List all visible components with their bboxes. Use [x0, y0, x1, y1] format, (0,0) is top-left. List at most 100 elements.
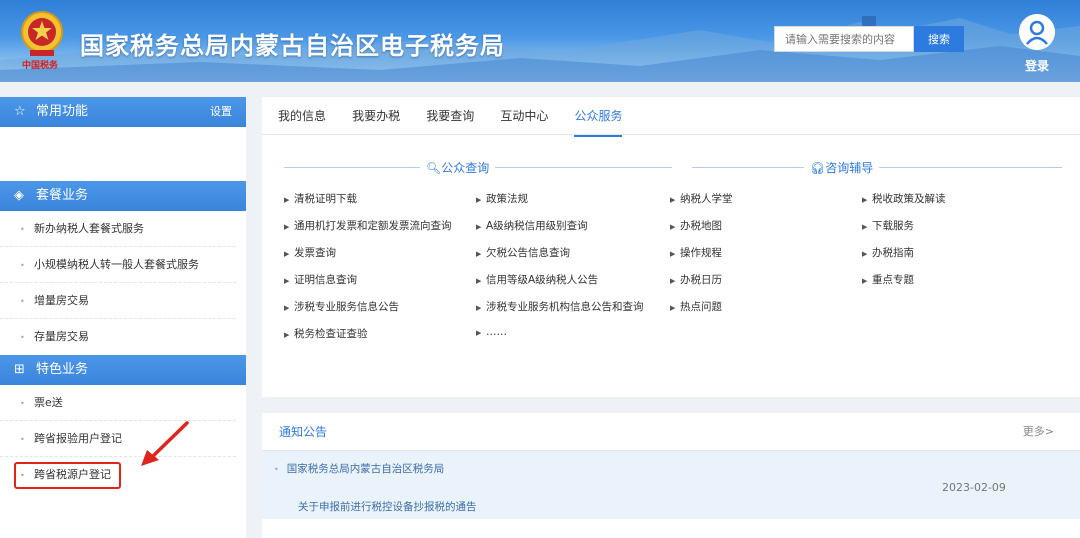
tab-query[interactable]: 我要查询	[426, 97, 474, 135]
link-more-ellipsis[interactable]: ▶……	[476, 326, 507, 338]
link-tax-policy-interpretation[interactable]: ▶ 税收政策及解读	[862, 191, 946, 206]
bullet-icon: •	[274, 465, 279, 474]
tab-my-info[interactable]: 我的信息	[278, 97, 326, 135]
notice-panel: 通知公告 更多> • 国家税务总局内蒙古自治区税务局 2023-02-09 关于申…	[262, 413, 1080, 538]
sidebar-item-label: 票e送	[34, 396, 63, 409]
site-header: 中国税务 国家税务总局内蒙古自治区电子税务局 搜索 登录	[0, 0, 1080, 82]
user-avatar-icon[interactable]	[1019, 14, 1055, 50]
bullet-icon: •	[20, 399, 25, 408]
search-input[interactable]	[774, 26, 914, 52]
notice-header: 通知公告 更多>	[262, 413, 1080, 453]
triangle-icon: ▶	[284, 250, 290, 258]
bullet-icon: •	[20, 225, 25, 234]
bullet-icon: •	[20, 471, 25, 480]
search-button[interactable]: 搜索	[914, 26, 964, 52]
link-tax-map[interactable]: ▶ 办税地图	[670, 218, 722, 233]
triangle-icon: ▶	[476, 196, 482, 204]
common-functions-label: 常用功能	[36, 104, 89, 119]
triangle-icon: ▶	[476, 329, 482, 337]
sidebar-item-e-invoice[interactable]: • 票e送	[0, 385, 236, 421]
sidebar-item-label: 新办纳税人套餐式服务	[34, 222, 144, 235]
link-inspection-certificate[interactable]: ▶ 税务检查证查验	[284, 326, 368, 341]
triangle-icon: ▶	[284, 331, 290, 339]
main-tabs: 我的信息 我要办税 我要查询 互动中心 公众服务	[262, 97, 1080, 137]
package-business-label: 套餐业务	[36, 188, 89, 203]
triangle-icon: ▶	[284, 196, 290, 204]
main-panel: 我的信息 我要办税 我要查询 互动中心 公众服务 🔍︎公众查询 🎧︎咨询辅导 ▶…	[262, 97, 1080, 397]
link-tax-guide[interactable]: ▶ 办税指南	[862, 245, 914, 260]
sidebar-item-new-taxpayer[interactable]: • 新办纳税人套餐式服务	[0, 211, 236, 247]
triangle-icon: ▶	[476, 223, 482, 231]
headset-icon: 🎧︎	[810, 161, 826, 175]
public-query-title: 🔍︎公众查询	[420, 159, 496, 176]
sidebar-item-cross-province-tax-source[interactable]: • 跨省税源户登记	[0, 457, 236, 493]
triangle-icon: ▶	[862, 196, 868, 204]
notice-more-link[interactable]: 更多>	[1023, 413, 1054, 451]
link-tax-clearance-download[interactable]: ▶ 清税证明下载	[284, 191, 357, 206]
triangle-icon: ▶	[862, 250, 868, 258]
link-a-level-taxpayer-notice[interactable]: ▶ 信用等级A级纳税人公告	[476, 272, 598, 287]
link-credit-level-query[interactable]: ▶ A级纳税信用级别查询	[476, 218, 588, 233]
bullet-icon: •	[20, 297, 25, 306]
common-functions-header[interactable]: ☆ 常用功能 设置	[0, 97, 246, 127]
triangle-icon: ▶	[862, 223, 868, 231]
link-download-service[interactable]: ▶ 下载服务	[862, 218, 914, 233]
triangle-icon: ▶	[670, 277, 676, 285]
link-operating-procedures[interactable]: ▶ 操作规程	[670, 245, 722, 260]
link-hot-questions[interactable]: ▶ 热点问题	[670, 299, 722, 314]
sidebar-item-existing-housing[interactable]: • 存量房交易	[0, 319, 236, 355]
grid-icon: ⊞	[14, 362, 25, 377]
triangle-icon: ▶	[862, 277, 868, 285]
triangle-icon: ▶	[284, 304, 290, 312]
star-icon: ☆	[14, 104, 26, 119]
link-tax-calendar[interactable]: ▶ 办税日历	[670, 272, 722, 287]
tab-public-service[interactable]: 公众服务	[574, 97, 623, 137]
sidebar-item-incremental-housing[interactable]: • 增量房交易	[0, 283, 236, 319]
feature-business-header[interactable]: ⊞ 特色业务	[0, 355, 246, 385]
sidebar-item-label: 存量房交易	[34, 330, 89, 343]
triangle-icon: ▶	[476, 250, 482, 258]
link-invoice-flow-query[interactable]: ▶ 通用机打发票和定额发票流向查询	[284, 218, 452, 233]
login-link[interactable]: 登录	[1025, 57, 1049, 74]
triangle-icon: ▶	[670, 304, 676, 312]
search-doc-icon: 🔍︎	[426, 161, 442, 175]
bullet-icon: •	[20, 333, 25, 342]
bullet-icon: •	[20, 435, 25, 444]
link-key-topics[interactable]: ▶ 重点专题	[862, 272, 914, 287]
link-taxpayer-school[interactable]: ▶ 纳税人学堂	[670, 191, 733, 206]
notice-item-link[interactable]: 关于申报前进行税控设备抄报税的通告	[298, 499, 477, 514]
notice-row[interactable]: • 国家税务总局内蒙古自治区税务局 2023-02-09 关于申报前进行税控设备抄…	[262, 451, 1080, 519]
link-tax-service-notice[interactable]: ▶ 涉税专业服务信息公告	[284, 299, 399, 314]
link-tax-agency-notice[interactable]: ▶ 涉税专业服务机构信息公告和查询	[476, 299, 644, 314]
settings-link[interactable]: 设置	[210, 97, 232, 127]
triangle-icon: ▶	[670, 223, 676, 231]
red-arrow-annotation	[141, 421, 189, 466]
package-business-header[interactable]: ◈ 套餐业务	[0, 181, 246, 211]
bullet-icon: •	[20, 261, 25, 270]
triangle-icon: ▶	[284, 223, 290, 231]
link-tax-arrears-query[interactable]: ▶ 欠税公告信息查询	[476, 245, 570, 260]
triangle-icon: ▶	[670, 196, 676, 204]
sidebar-item-label: 跨省税源户登记	[34, 468, 111, 481]
feature-business-label: 特色业务	[36, 362, 89, 377]
sidebar-item-label: 小规模纳税人转一般人套餐式服务	[34, 258, 199, 271]
triangle-icon: ▶	[476, 277, 482, 285]
sidebar-item-label: 增量房交易	[34, 294, 89, 307]
link-invoice-query[interactable]: ▶ 发票查询	[284, 245, 336, 260]
triangle-icon: ▶	[476, 304, 482, 312]
triangle-icon: ▶	[670, 250, 676, 258]
sidebar: ☆ 常用功能 设置 ◈ 套餐业务 • 新办纳税人套餐式服务 • 小规模纳税人转一般人套餐…	[0, 97, 246, 538]
tab-tax-handling[interactable]: 我要办税	[352, 97, 400, 135]
consult-title: 🎧︎咨询辅导	[804, 159, 880, 176]
triangle-icon: ▶	[284, 277, 290, 285]
link-policy-regulations[interactable]: ▶ 政策法规	[476, 191, 528, 206]
notice-organization: • 国家税务总局内蒙古自治区税务局	[274, 463, 445, 475]
layers-icon: ◈	[14, 188, 24, 203]
common-functions-empty	[0, 127, 246, 181]
link-certificate-query[interactable]: ▶ 证明信息查询	[284, 272, 357, 287]
sidebar-item-small-to-general[interactable]: • 小规模纳税人转一般人套餐式服务	[0, 247, 236, 283]
sidebar-item-cross-province-inspection[interactable]: • 跨省报验用户登记	[0, 421, 236, 457]
notice-title-tab[interactable]: 通知公告	[279, 413, 328, 453]
tab-interaction[interactable]: 互动中心	[500, 97, 548, 135]
notice-date: 2023-02-09	[942, 481, 1006, 494]
